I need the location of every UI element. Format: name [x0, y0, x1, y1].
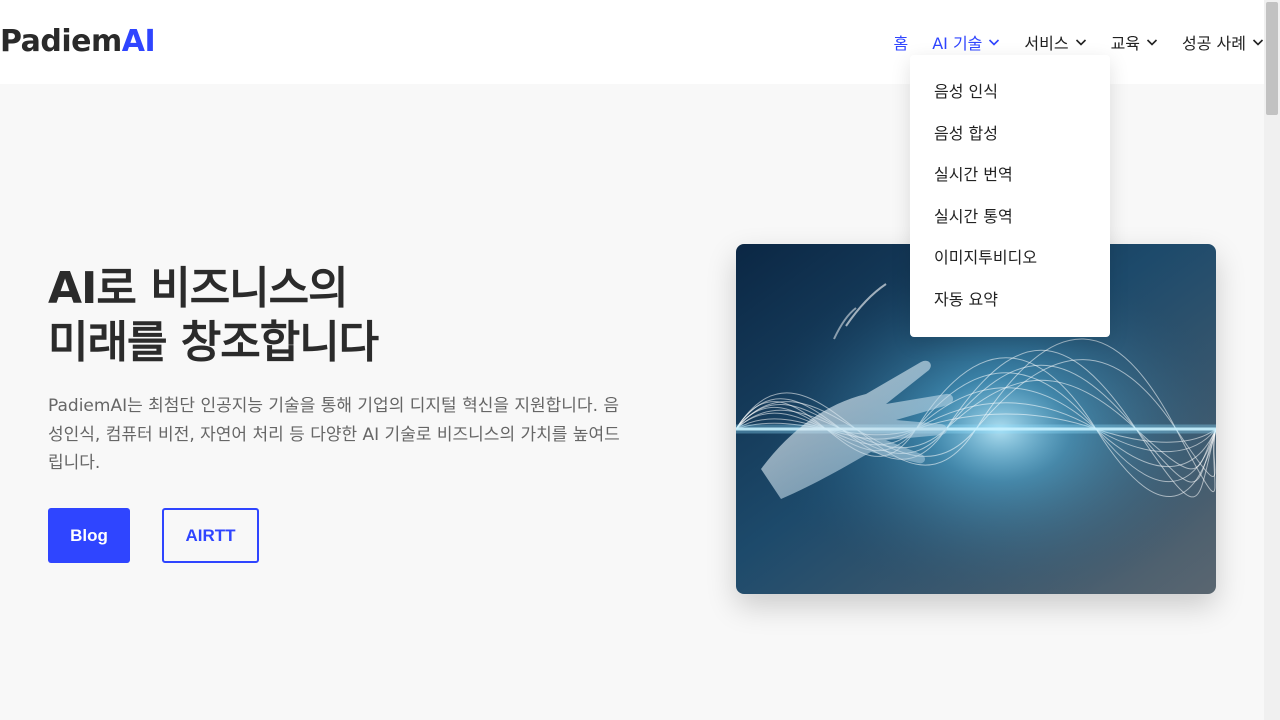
chevron-down-icon [1146, 39, 1158, 46]
nav-item-label: AI 기술 [932, 34, 983, 53]
hero-title-line: 미래를 창조합니다 [48, 317, 379, 368]
nav-item-success-stories[interactable]: 성공 사례 [1182, 30, 1264, 54]
dropdown-item-image-to-video[interactable]: 이미지투비디오 [910, 237, 1110, 279]
page-scrollbar[interactable] [1264, 0, 1280, 720]
dropdown-item-auto-summary[interactable]: 자동 요약 [910, 279, 1110, 321]
nav-item-label: 성공 사례 [1182, 34, 1246, 53]
nav-item-label: 교육 [1110, 34, 1141, 53]
chevron-down-icon [1075, 39, 1086, 46]
chevron-down-icon [1252, 39, 1264, 46]
dropdown-item-realtime-interpretation[interactable]: 실시간 통역 [910, 196, 1110, 238]
hero-title-line: AI로 비즈니스의 [48, 263, 349, 314]
nav-item-label: 서비스 [1024, 34, 1069, 53]
nav-item-label: 홈 [893, 34, 909, 53]
nav-item-home[interactable]: 홈 [893, 30, 908, 54]
hero-title: AI로 비즈니스의 미래를 창조합니다 [48, 262, 379, 370]
logo-main-text: Padiem [0, 24, 122, 59]
ai-tech-dropdown-menu: 음성 인식 음성 합성 실시간 번역 실시간 통역 이미지투비디오 자동 요약 [910, 55, 1110, 337]
logo-accent-text: AI [121, 24, 156, 59]
nav-item-education[interactable]: 교육 [1111, 30, 1158, 54]
nav-item-ai-tech[interactable]: AI 기술 [932, 30, 1000, 54]
scrollbar-thumb[interactable] [1266, 2, 1278, 115]
nav-item-services[interactable]: 서비스 [1024, 30, 1086, 54]
dropdown-item-speech-recognition[interactable]: 음성 인식 [910, 71, 1110, 113]
logo[interactable]: PadiemAI [0, 24, 156, 59]
airtt-button[interactable]: AIRTT [162, 508, 259, 563]
blog-button[interactable]: Blog [48, 508, 130, 563]
chevron-down-icon [989, 39, 1000, 46]
dropdown-item-speech-synthesis[interactable]: 음성 합성 [910, 113, 1110, 155]
hero-description: PadiemAI는 최첨단 인공지능 기술을 통해 기업의 디지털 혁신을 지원… [48, 396, 620, 473]
main-nav: 홈 AI 기술 서비스 교육 성공 사례 [869, 30, 1264, 54]
dropdown-item-realtime-translation[interactable]: 실시간 번역 [910, 154, 1110, 196]
